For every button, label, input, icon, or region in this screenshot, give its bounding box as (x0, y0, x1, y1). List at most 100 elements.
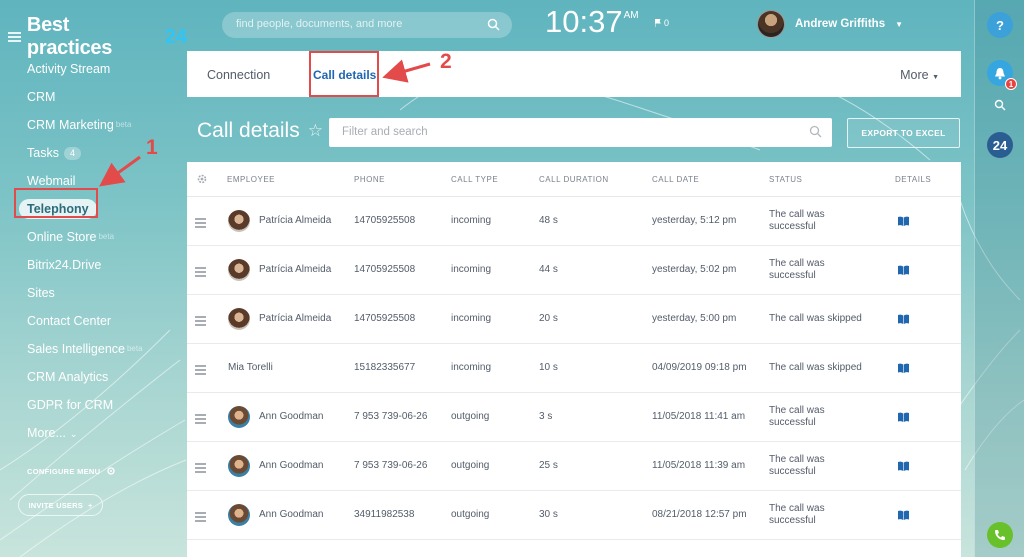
details-book-icon[interactable] (898, 314, 909, 324)
user-name: Andrew Griffiths (795, 18, 886, 30)
sidebar-item-online-store[interactable]: Online Store beta (0, 223, 187, 251)
details-book-icon[interactable] (898, 510, 909, 520)
annotation-box-telephony (14, 188, 98, 218)
help-button[interactable]: ? (987, 12, 1013, 38)
employee-name[interactable]: Mia Torelli (228, 362, 308, 374)
hamburger-menu-icon[interactable] (8, 32, 21, 42)
configure-menu-button[interactable]: CONFIGURE MENU (27, 466, 116, 476)
employee-name[interactable]: Patrícia Almeida (259, 313, 339, 325)
status-cell: The call was successful (769, 503, 825, 526)
clock[interactable]: 10:37AM (545, 4, 639, 40)
call-duration-cell: 20 s (539, 313, 558, 324)
tab-more-label: More (900, 68, 929, 82)
column-header-phone[interactable]: PHONE (354, 175, 385, 184)
brand-number: 24 (164, 25, 187, 48)
employee-name[interactable]: Ann Goodman (259, 509, 339, 521)
chevron-down-icon: ▼ (895, 19, 904, 29)
employee-avatar (228, 504, 250, 526)
details-book-icon[interactable] (898, 265, 909, 275)
plus-icon: + (87, 500, 93, 510)
phone-cell: 14705925508 (354, 264, 416, 275)
status-cell: The call was skipped (769, 362, 862, 373)
table-row[interactable]: Mia Torelli 15182335677 incoming 10 s 04/09/… (187, 344, 961, 393)
right-rail: ? 1 24 (974, 0, 1024, 557)
tab-connection[interactable]: Connection (207, 68, 270, 82)
employee-name[interactable]: Patrícia Almeida (259, 264, 339, 276)
employee-name[interactable]: Ann Goodman (259, 460, 339, 472)
call-date-cell: 08/21/2018 12:57 pm (652, 509, 747, 520)
column-header-call-duration[interactable]: CALL DURATION (539, 175, 609, 184)
flag-counter[interactable]: 0 (655, 18, 669, 28)
details-book-icon[interactable] (898, 363, 909, 373)
export-to-excel-button[interactable]: EXPORT TO EXCEL (847, 118, 960, 148)
column-header-status[interactable]: STATUS (769, 175, 802, 184)
sidebar-item-crm-analytics[interactable]: CRM Analytics (0, 363, 187, 391)
settings-gear-icon[interactable] (196, 173, 208, 185)
phone-cell: 14705925508 (354, 215, 416, 226)
status-cell: The call was successful (769, 405, 825, 428)
gear-icon (107, 467, 116, 475)
column-header-call-type[interactable]: CALL TYPE (451, 175, 498, 184)
sidebar-item-sales-intelligence[interactable]: Sales Intelligence beta (0, 335, 187, 363)
sidebar-item-label: More... (27, 426, 66, 440)
brand-name[interactable]: Best practices (27, 14, 159, 60)
call-details-table: EMPLOYEE PHONE CALL TYPE CALL DURATION C… (187, 162, 961, 557)
search-icon[interactable] (487, 18, 500, 31)
column-header-details[interactable]: DETAILS (895, 175, 931, 184)
sidebar-item-tasks[interactable]: Tasks 4 (0, 139, 187, 167)
table-row[interactable]: Ann Goodman 7 953 739-06-26 outgoing 25 s 11… (187, 442, 961, 491)
call-duration-cell: 25 s (539, 460, 558, 471)
notifications-button[interactable]: 1 (987, 60, 1017, 90)
global-search-input[interactable]: find people, documents, and more (222, 12, 512, 38)
table-row[interactable]: Patrícia Almeida 14705925508 incoming 44 s y… (187, 246, 961, 295)
bitrix24-label: 24 (992, 137, 1008, 153)
clock-ampm: AM (623, 10, 639, 21)
sidebar-item-gdpr-for-crm[interactable]: GDPR for CRM (0, 391, 187, 419)
invite-users-button[interactable]: INVITE USERS + (18, 494, 103, 516)
drag-handle-icon[interactable] (195, 218, 206, 230)
status-cell: The call was skipped (769, 313, 862, 324)
drag-handle-icon[interactable] (195, 414, 206, 426)
tab-more[interactable]: More ▼ (900, 68, 939, 82)
drag-handle-icon[interactable] (195, 512, 206, 524)
details-book-icon[interactable] (898, 461, 909, 471)
column-header-call-date[interactable]: CALL DATE (652, 175, 699, 184)
sidebar-item-crm[interactable]: CRM (0, 83, 187, 111)
table-row[interactable]: Patrícia Almeida 14705925508 incoming 48 s y… (187, 197, 961, 246)
call-type-cell: outgoing (451, 411, 490, 422)
phone-cell: 7 953 739-06-26 (354, 411, 428, 422)
rail-search-icon[interactable] (994, 99, 1006, 111)
user-menu[interactable]: Andrew Griffiths ▼ (757, 10, 903, 38)
flag-icon (655, 19, 661, 27)
call-type-cell: incoming (451, 264, 492, 275)
sidebar-item-label: CRM Analytics (27, 370, 109, 384)
employee-name[interactable]: Ann Goodman (259, 411, 339, 423)
call-duration-cell: 10 s (539, 362, 558, 373)
configure-menu-label: CONFIGURE MENU (27, 466, 101, 476)
employee-name[interactable]: Patrícia Almeida (259, 215, 339, 227)
call-date-cell: 11/05/2018 11:41 am (652, 411, 746, 422)
phone-button[interactable] (987, 522, 1013, 548)
drag-handle-icon[interactable] (195, 316, 206, 328)
sidebar-item-label: CRM Marketing (27, 118, 114, 132)
drag-handle-icon[interactable] (195, 463, 206, 475)
table-row[interactable]: Ann Goodman 7 953 739-06-26 outgoing 3 s 11/… (187, 393, 961, 442)
drag-handle-icon[interactable] (195, 365, 206, 377)
sidebar-item-bitrix24-drive[interactable]: Bitrix24.Drive (0, 251, 187, 279)
search-icon[interactable] (809, 125, 822, 138)
table-row[interactable]: Patrícia Almeida 14705925508 incoming 20 s y… (187, 295, 961, 344)
drag-handle-icon[interactable] (195, 267, 206, 279)
sidebar-item-sites[interactable]: Sites (0, 279, 187, 307)
annotation-number-2: 2 (440, 50, 452, 73)
details-book-icon[interactable] (898, 216, 909, 226)
column-header-employee[interactable]: EMPLOYEE (227, 175, 275, 184)
sidebar-item-activity-stream[interactable]: Activity Stream (0, 55, 187, 83)
filter-search-input[interactable]: Filter and search (329, 118, 832, 147)
table-row[interactable]: Ann Goodman 34911982538 outgoing 30 s 08/21/… (187, 491, 961, 540)
star-icon[interactable]: ☆ (308, 121, 323, 141)
sidebar-item-more[interactable]: More... ⌄ (0, 419, 187, 447)
bitrix24-button[interactable]: 24 (987, 132, 1013, 158)
details-book-icon[interactable] (898, 412, 909, 422)
sidebar-item-crm-marketing[interactable]: CRM Marketing beta (0, 111, 187, 139)
sidebar-item-contact-center[interactable]: Contact Center (0, 307, 187, 335)
